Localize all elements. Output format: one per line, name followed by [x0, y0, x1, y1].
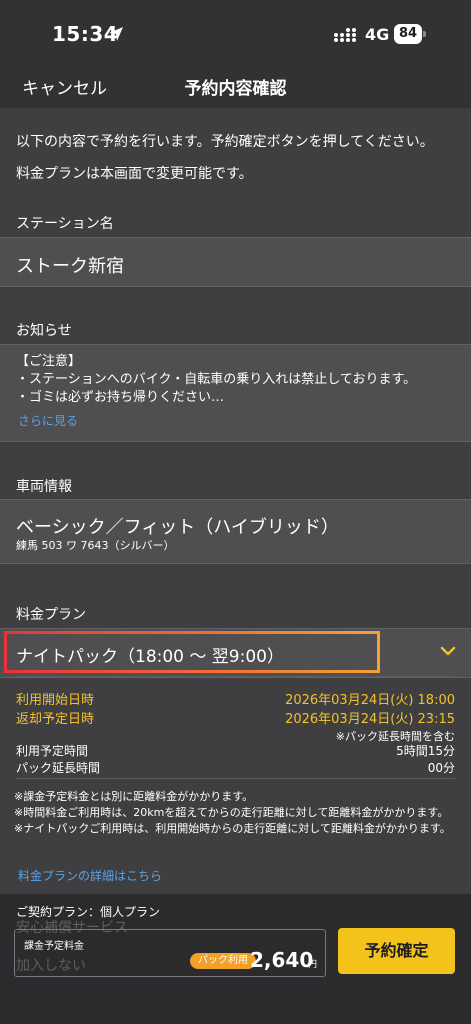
extension-value: 00分 — [427, 761, 455, 775]
extension-label: パック延長時間 — [16, 761, 101, 775]
station-section-label: ステーション名 — [16, 216, 114, 232]
usage-label: 利用予定時間 — [16, 744, 89, 758]
vehicle-name: ベーシック／フィット（ハイブリッド） — [16, 517, 339, 538]
vehicle-section-label: 車両情報 — [16, 479, 72, 495]
return-value: 2026年03月24日(火) 23:15 — [285, 712, 455, 727]
plan-divider — [16, 676, 455, 677]
intro-text-2: 料金プランは本画面で変更可能です。 — [16, 166, 253, 182]
battery-level: 84 — [394, 24, 422, 44]
plan-section-label: 料金プラン — [16, 607, 86, 623]
note-line-3: ※ナイトパックご利用時は、利用開始時からの走行距離に対して距離料金がかかります。 — [14, 822, 451, 835]
notice-line-2: ・ゴミは必ずお持ち帰りください… — [16, 390, 225, 405]
plan-selected-value[interactable]: ナイトパック（18:00 〜 翌9:00） — [16, 642, 284, 667]
pack-badge: パック利用 — [190, 953, 256, 969]
nav-bar: 予約内容確認 キャンセル — [0, 64, 471, 108]
network-type: 4G — [365, 25, 390, 44]
start-label: 利用開始日時 — [16, 693, 95, 708]
notice-line-1: ・ステーションへのバイク・自転車の乗り入れは禁止しております。 — [16, 372, 417, 387]
notice-section-label: お知らせ — [16, 323, 72, 339]
cancel-button[interactable]: キャンセル — [22, 74, 107, 99]
notice-more-link[interactable]: さらに見る — [18, 412, 78, 429]
return-label: 返却予定日時 — [16, 712, 95, 727]
battery-tip — [423, 31, 426, 37]
station-name: ストーク新宿 — [16, 256, 124, 277]
battery-icon: 84 — [394, 24, 426, 44]
notice-heading: 【ご注意】 — [16, 354, 82, 369]
confirm-reservation-button[interactable]: 予約確定 — [338, 928, 455, 974]
intro-text-1: 以下の内容で予約を行います。予約確定ボタンを押してください。 — [16, 134, 434, 150]
fee-unit: 円 — [308, 960, 318, 970]
notes-divider — [16, 778, 455, 779]
vehicle-plate: 練馬 503 ワ 7643（シルバー） — [16, 539, 175, 552]
usage-value: 5時間15分 — [396, 744, 455, 758]
start-value: 2026年03月24日(火) 18:00 — [285, 693, 455, 708]
chevron-down-icon[interactable] — [440, 644, 456, 658]
plan-detail-link[interactable]: 料金プランの詳細はこちら — [18, 867, 162, 884]
note-line-1: ※課金予定料金とは別に距離料金がかかります。 — [14, 790, 254, 803]
note-line-2: ※時間料金ご利用時は、20kmを超えてからの走行距離に対して距離料金がかかります… — [14, 806, 449, 819]
location-arrow-icon — [109, 27, 123, 41]
cellular-signal-icon — [334, 28, 356, 42]
fee-notes: ※課金予定料金とは別に距離料金がかかります。 ※時間料金ご利用時は、20kmを超… — [14, 789, 459, 837]
fee-label: 課金予定料金 — [24, 941, 84, 952]
notice-text: 【ご注意】 ・ステーションへのバイク・自転車の乗り入れは禁止しております。 ・ゴ… — [16, 353, 466, 407]
fee-amount: 2,640 — [250, 948, 314, 972]
contract-plan: ご契約プラン：個人プラン — [16, 905, 161, 919]
